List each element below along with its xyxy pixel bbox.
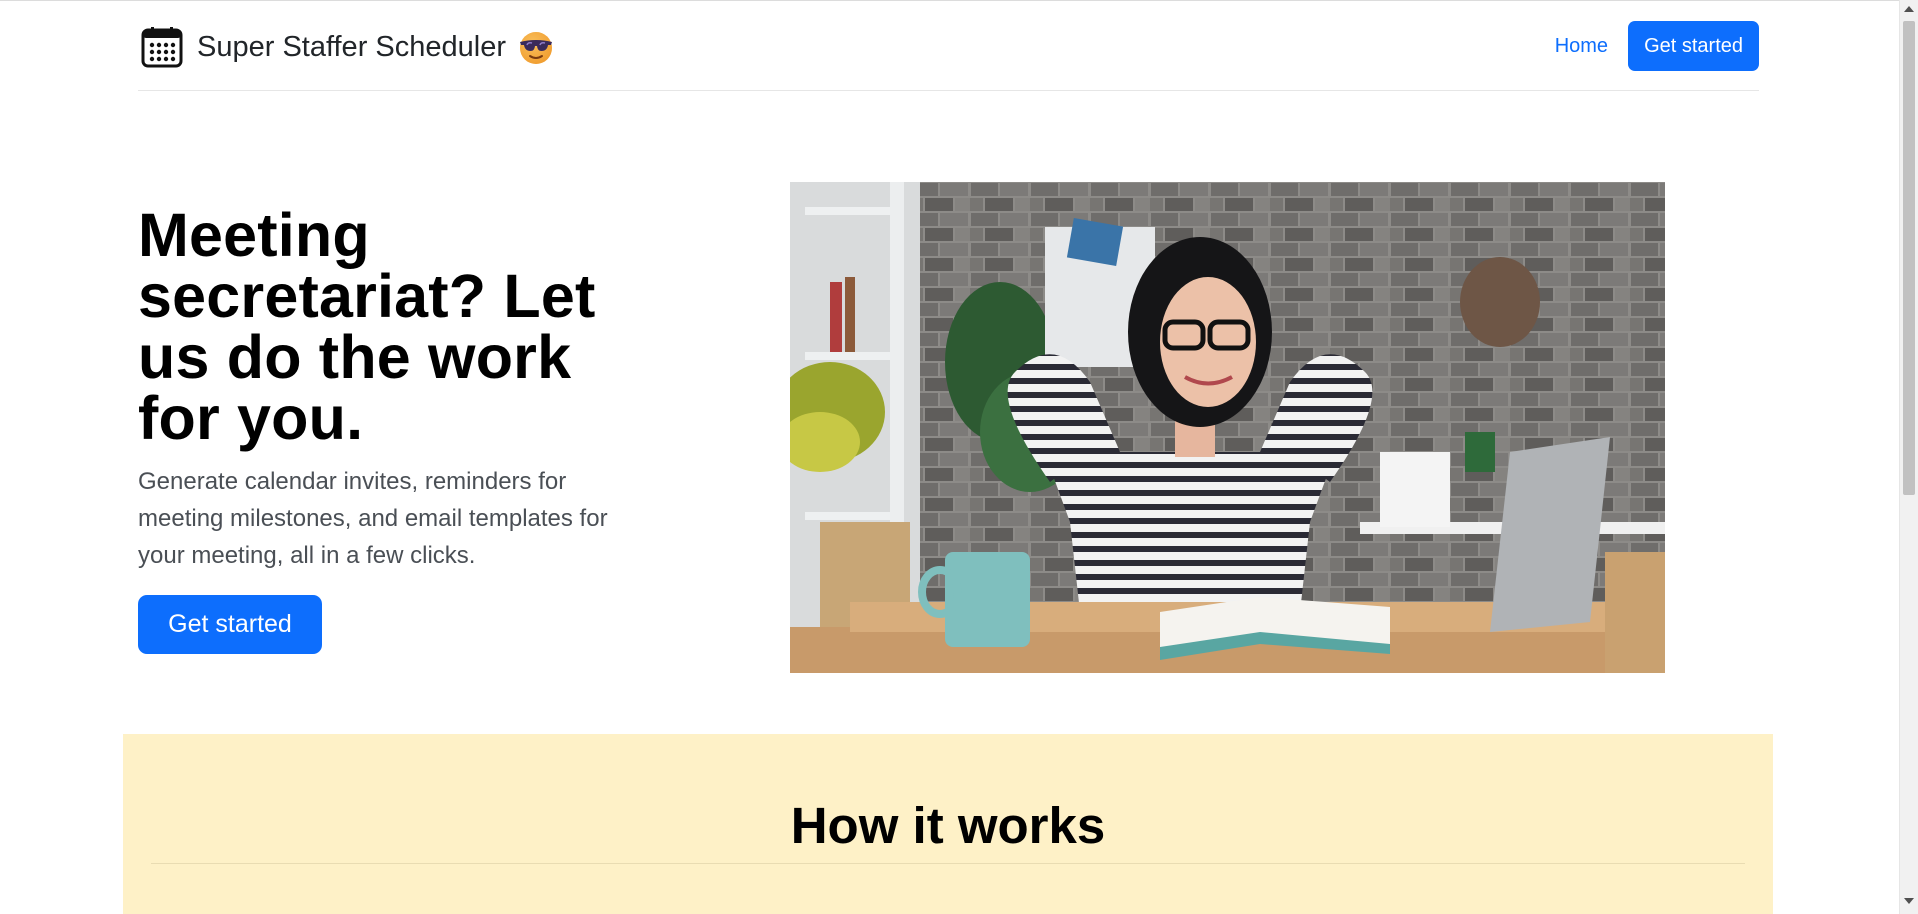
sunglasses-emoji-icon	[520, 32, 552, 64]
brand[interactable]: Super Staffer Scheduler	[141, 25, 554, 69]
hero-photo-illustration	[790, 182, 1665, 673]
hero-lead-text: Generate calendar invites, reminders for…	[138, 468, 608, 569]
nav-home-link[interactable]: Home	[1555, 35, 1608, 58]
brand-title: Super Staffer Scheduler	[197, 30, 506, 63]
nav-get-started-button[interactable]: Get started	[1628, 21, 1759, 71]
how-it-works-section: How it works	[123, 734, 1773, 914]
hero-get-started-button[interactable]: Get started	[138, 595, 322, 654]
main-nav: Home Get started	[1555, 21, 1759, 71]
calendar-icon	[141, 27, 183, 68]
scroll-down-arrow-icon[interactable]	[1904, 898, 1914, 904]
hero-title: Meeting secretariat? Let us do the work …	[138, 201, 596, 452]
scroll-thumb[interactable]	[1903, 21, 1915, 495]
site-header: Super Staffer Scheduler Home Get started	[138, 1, 1759, 91]
hero-image	[790, 182, 1665, 673]
how-it-works-title: How it works	[790, 797, 1106, 854]
page-scrollbar[interactable]	[1899, 0, 1918, 914]
section-divider	[151, 863, 1745, 864]
scroll-up-arrow-icon[interactable]	[1904, 6, 1914, 12]
